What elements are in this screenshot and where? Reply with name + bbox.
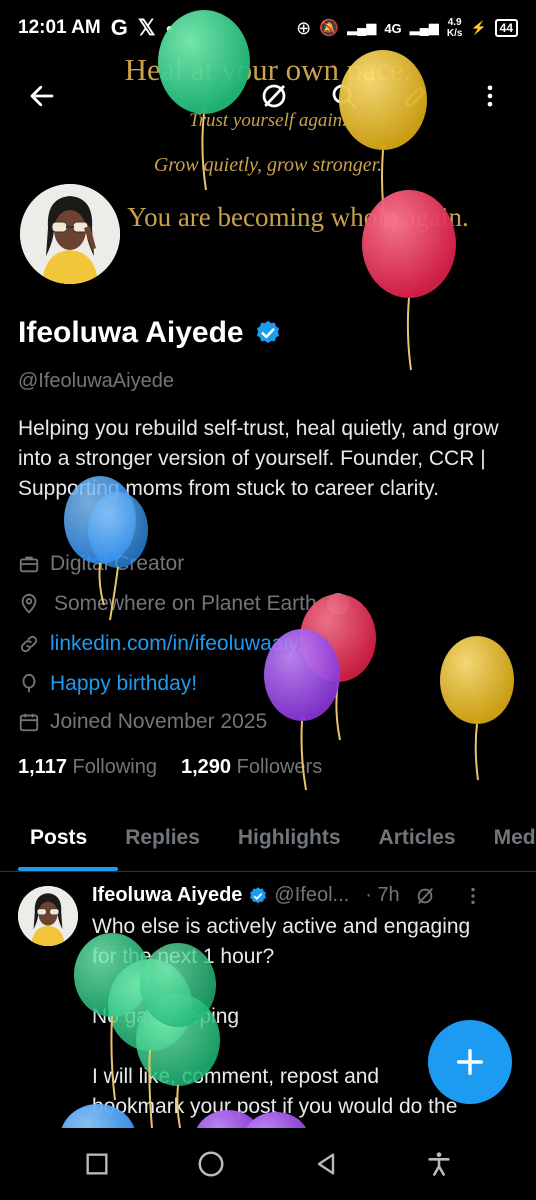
back-button[interactable] — [22, 76, 62, 116]
tab-media[interactable]: Media — [475, 812, 536, 871]
grok-icon[interactable] — [414, 885, 436, 907]
balloon-icon — [22, 673, 36, 693]
compose-post-button[interactable] — [428, 1020, 512, 1104]
grok-icon — [262, 84, 286, 108]
back-arrow-icon — [30, 85, 54, 107]
recent-apps-icon[interactable] — [83, 1150, 111, 1178]
profile-avatar[interactable] — [16, 180, 124, 288]
back-triangle-icon[interactable] — [312, 1150, 340, 1178]
joined-text: Joined November 2025 — [50, 710, 268, 733]
accessibility-icon[interactable] — [425, 1150, 453, 1178]
balloon-yellow-right — [440, 636, 514, 781]
dot-icon: ● — [165, 20, 175, 36]
add-circle-icon: ⊕ — [296, 17, 312, 38]
post-spacer — [92, 972, 522, 1002]
birthday-text[interactable]: Happy birthday! — [50, 672, 197, 696]
profile-website[interactable]: linkedin.com/in/ifeoluwaaiy... — [18, 632, 315, 656]
following-link[interactable]: 1,117 Following — [18, 756, 157, 779]
more-options-button[interactable] — [470, 76, 510, 116]
avatar-image — [20, 184, 120, 284]
post-line: Who else is actively active and engaging — [92, 915, 471, 938]
profile-joined: Joined November 2025 — [18, 710, 267, 734]
grok-button[interactable] — [254, 76, 294, 116]
follow-stats: 1,117 Following 1,290 Followers — [18, 756, 322, 779]
banner-line-3: Grow quietly, grow stronger. — [153, 154, 383, 176]
profile-handle: @IfeoluwaAiyede — [18, 370, 174, 392]
location-text: Somewhere on Planet Earth — [54, 592, 317, 615]
link-icon — [20, 635, 38, 653]
tab-articles[interactable]: Articles — [360, 812, 475, 871]
category-text: Digital Creator — [50, 552, 185, 575]
calendar-icon — [19, 713, 39, 732]
more-vertical-icon — [487, 85, 493, 107]
plus-icon — [456, 1048, 484, 1076]
post-avatar-image — [18, 886, 78, 946]
profile-category: Digital Creator — [18, 552, 184, 576]
briefcase-icon — [19, 556, 39, 573]
followers-label: Followers — [236, 756, 323, 778]
post-author[interactable]: Ifeoluwa Aiyede — [92, 884, 242, 907]
battery-level: 44 — [494, 19, 518, 37]
system-navigation-bar — [0, 1128, 536, 1200]
followers-link[interactable]: 1,290 Followers — [181, 756, 322, 779]
post-avatar[interactable] — [18, 886, 78, 946]
status-bar: 12:01 AM G 𝕏 ● ⊕ 🔕 ▂▄▆ 4G ▂▄▆ 4.9 K/s ⚡ … — [0, 0, 536, 56]
post-time: · 7h — [365, 884, 400, 906]
profile-bio: Helping you rebuild self-trust, heal qui… — [18, 417, 499, 500]
edit-button[interactable] — [396, 76, 436, 116]
tab-posts[interactable]: Posts — [0, 812, 119, 871]
profile-name-text: Ifeoluwa Aiyede — [18, 316, 244, 349]
post-header: Ifeoluwa Aiyede @Ifeol... · 7h — [92, 884, 484, 907]
speed-unit: K/s — [446, 28, 463, 39]
x-logo-icon: 𝕏 — [137, 15, 156, 40]
profile-birthday: Happy birthday! — [18, 672, 197, 696]
globe-icon — [326, 593, 349, 615]
following-count: 1,117 — [18, 756, 67, 778]
signal-icon: ▂▄▆ — [347, 20, 377, 35]
mute-bell-icon: 🔕 — [319, 20, 340, 37]
speed-value: 4.9 — [447, 17, 462, 28]
charging-icon: ⚡ — [470, 20, 487, 35]
network-type: 4G — [384, 20, 402, 36]
post-more-icon[interactable] — [462, 885, 484, 907]
search-button[interactable] — [324, 76, 364, 116]
signal-icon-2: ▂▄▆ — [409, 20, 439, 35]
following-label: Following — [72, 756, 157, 778]
tab-highlights[interactable]: Highlights — [219, 812, 360, 871]
pencil-icon — [405, 86, 426, 107]
location-pin-icon — [21, 593, 37, 614]
google-icon: G — [110, 15, 128, 40]
profile-name: Ifeoluwa Aiyede — [18, 316, 282, 350]
search-icon — [332, 84, 357, 109]
home-icon[interactable] — [196, 1149, 226, 1179]
website-link[interactable]: linkedin.com/in/ifeoluwaaiy... — [50, 632, 315, 656]
followers-count: 1,290 — [181, 756, 232, 778]
verified-badge-icon — [250, 886, 267, 903]
post-handle: @Ifeol... — [274, 884, 350, 906]
profile-location: Somewhere on Planet Earth — [18, 592, 349, 616]
profile-tabs: Posts Replies Highlights Articles Media — [0, 812, 536, 872]
status-time: 12:01 AM — [18, 17, 101, 38]
verified-badge-icon[interactable] — [254, 319, 282, 347]
tab-replies[interactable]: Replies — [106, 812, 219, 871]
post-line: for the next 1 hour? — [92, 945, 275, 968]
speed-indicator: 4.9 K/s — [447, 17, 463, 39]
